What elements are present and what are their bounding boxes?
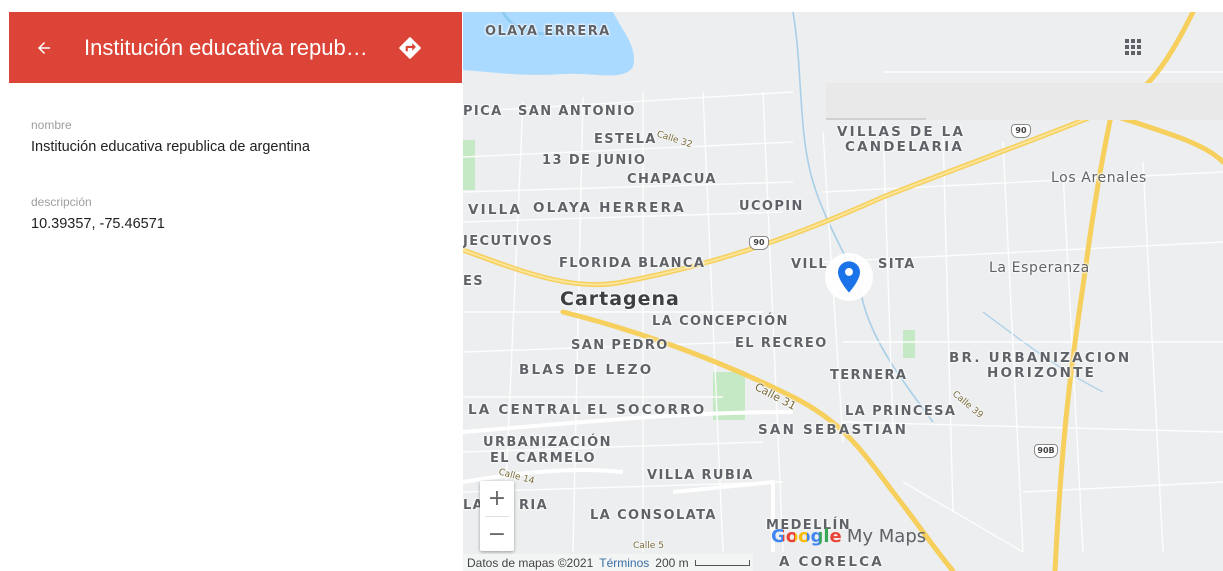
map-area-label: VILLAS DE LA (837, 124, 966, 140)
directions-button[interactable] (395, 33, 425, 63)
map-label: VILLA RUBIA (647, 468, 754, 483)
place-title: Institución educativa republica de argen… (84, 34, 369, 60)
apps-grid-button[interactable] (1123, 37, 1143, 57)
map-label: EL SOCORRO (587, 402, 707, 418)
map-label: EL CARMELO (490, 451, 596, 466)
map-label: ESTELA (594, 132, 657, 147)
highway-shield: 90 (1011, 124, 1031, 138)
map-label: JECUTIVOS (463, 234, 554, 249)
zoom-in-button[interactable]: + (480, 481, 514, 516)
zoom-controls: + − (480, 481, 514, 551)
map-pin-icon (838, 261, 860, 293)
map-data-attribution: Datos de mapas ©2021 (467, 555, 594, 570)
map-label: LA CENTRAL (468, 402, 583, 418)
map-label: SAN ANTONIO (518, 104, 636, 119)
map-label: LA CONSOLATA (590, 508, 717, 523)
scale-bar (694, 559, 750, 566)
scale-label: 200 m (655, 555, 689, 570)
field-value[interactable]: 10.39357, -75.46571 (31, 216, 165, 232)
map-label: UCOPIN (739, 199, 804, 214)
map-label: SAN PEDRO (571, 338, 669, 353)
my-maps-text: My Maps (846, 526, 927, 547)
map-label: BLAS DE LEZO (519, 362, 654, 378)
map-place-label: La Esperanza (989, 260, 1090, 276)
map-label: OLAYA ERRERA (485, 24, 611, 39)
map-label: TERNERA (830, 368, 908, 383)
field-label: nombre (31, 118, 72, 132)
map-label: RIA (519, 498, 549, 513)
apps-grid-icon (1125, 39, 1141, 55)
selected-place-marker[interactable] (825, 253, 873, 301)
map-place-label: Los Arenales (1051, 170, 1147, 186)
map-label: VILLA (468, 202, 523, 218)
map-label: SITA (878, 257, 916, 272)
map-label: CHAPACUA (627, 172, 717, 187)
highway-shield: 90B (1034, 444, 1058, 458)
map-area-label: HORIZONTE (987, 365, 1096, 381)
google-logo-text: Google (771, 526, 842, 547)
map-area-label: CANDELARIA (845, 139, 964, 155)
google-my-maps-logo: Google My Maps (771, 526, 926, 547)
panel-header: Institución educativa republica de argen… (9, 12, 462, 83)
field-value[interactable]: Institución educativa republica de argen… (31, 139, 310, 155)
place-details-panel: Institución educativa republica de argen… (0, 0, 463, 571)
map-label: A CORELCA (779, 554, 884, 570)
map-label: LA PRINCESA (845, 404, 957, 419)
map-city-label: Cartagena (560, 288, 680, 310)
map-label: OLAYA HERRERA (533, 200, 686, 216)
directions-icon (399, 36, 421, 59)
map-footer: Datos de mapas ©2021 Términos 200 m (463, 554, 753, 571)
map-toolbar-edge (826, 118, 926, 120)
map-view[interactable]: OLAYA ERRERA PICA SAN ANTONIO ESTELA 13 … (463, 12, 1223, 571)
back-button[interactable] (31, 35, 57, 61)
terms-link[interactable]: Términos (599, 556, 649, 570)
map-toolbar-placeholder (826, 83, 1223, 120)
highway-shield: 90 (749, 236, 769, 250)
field-label: descripción (31, 195, 92, 209)
map-label: EL RECREO (735, 336, 828, 351)
map-label: PICA (463, 104, 503, 119)
map-label: FLORIDA BLANCA (559, 256, 706, 271)
arrow-left-icon (38, 41, 50, 54)
map-label: SAN SEBASTIAN (758, 422, 909, 438)
map-label: VILL (791, 257, 829, 272)
map-label: 13 DE JUNIO (542, 153, 647, 168)
zoom-out-button[interactable]: − (480, 517, 514, 552)
map-label: URBANIZACIÓN (483, 435, 612, 450)
field-nombre: nombre Institución educativa republica d… (31, 118, 310, 155)
map-label: ES (463, 274, 485, 289)
map-label: LA CONCEPCIÓN (652, 314, 789, 329)
street-label: Calle 5 (633, 541, 664, 551)
field-descripcion: descripción 10.39357, -75.46571 (31, 195, 165, 232)
map-area-label: BR. URBANIZACION (949, 350, 1132, 366)
